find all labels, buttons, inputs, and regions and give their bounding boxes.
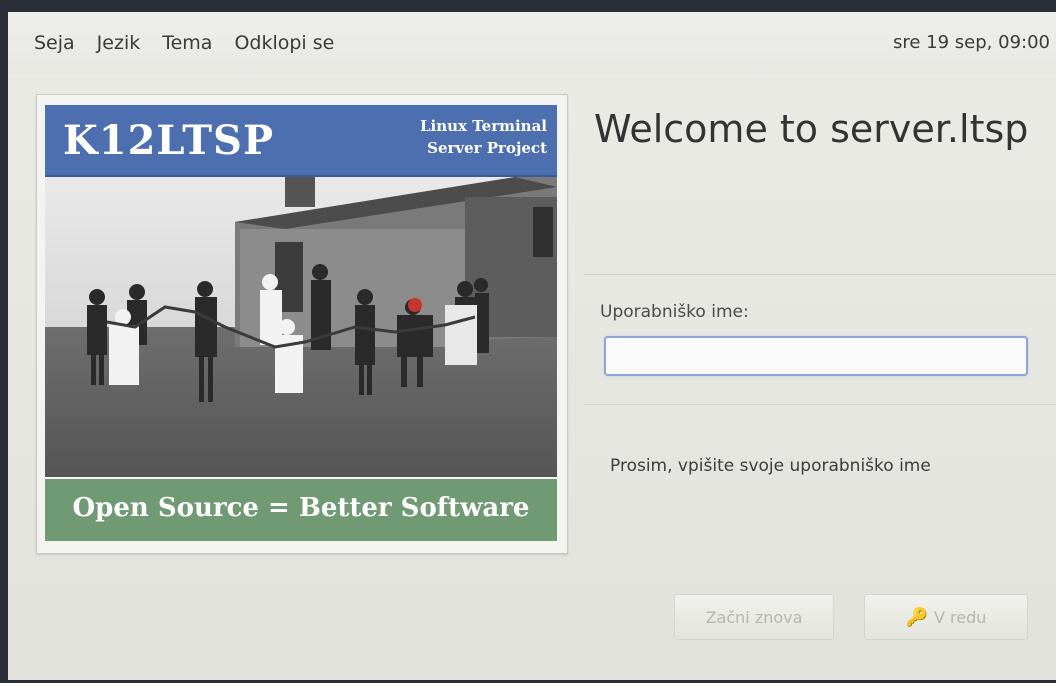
logo-photo <box>45 177 557 477</box>
restart-button-label: Začni znova <box>705 607 803 627</box>
children-playing-photo <box>45 177 557 477</box>
restart-button[interactable]: Začni znova <box>674 594 834 640</box>
logo-header: K12LTSP Linux Terminal Server Project <box>45 105 557 177</box>
username-input[interactable] <box>604 336 1028 376</box>
logo-tagline: Open Source = Better Software <box>72 493 530 523</box>
welcome-title: Welcome to server.ltsp <box>594 107 1029 151</box>
menu-bar: Seja Jezik Tema Odklopi se sre 19 sep, 0… <box>8 12 1056 74</box>
menu-session[interactable]: Seja <box>34 32 75 54</box>
logo-panel: K12LTSP Linux Terminal Server Project Op… <box>36 94 568 554</box>
logo-subtitle-line1: Linux Terminal <box>419 117 547 135</box>
logo-footer: Open Source = Better Software <box>45 479 557 541</box>
ok-button[interactable]: 🔑 V redu <box>864 594 1028 640</box>
logo-title: K12LTSP <box>63 117 275 164</box>
menu-theme[interactable]: Tema <box>162 32 212 54</box>
logo-subtitle: Linux Terminal Server Project <box>420 115 547 159</box>
key-icon: 🔑 <box>905 606 928 628</box>
ok-button-label: V redu <box>934 607 987 627</box>
menu-disconnect[interactable]: Odklopi se <box>234 32 334 54</box>
logo-subtitle-line2: Server Project <box>427 139 547 157</box>
menu-language[interactable]: Jezik <box>97 32 141 54</box>
username-prompt: Prosim, vpišite svoje uporabniško ime <box>610 456 931 476</box>
divider <box>584 404 1056 405</box>
username-label: Uporabniško ime: <box>600 302 749 322</box>
login-screen: Seja Jezik Tema Odklopi se sre 19 sep, 0… <box>8 12 1056 680</box>
clock: sre 19 sep, 09:00 <box>893 32 1050 53</box>
divider <box>584 274 1056 275</box>
